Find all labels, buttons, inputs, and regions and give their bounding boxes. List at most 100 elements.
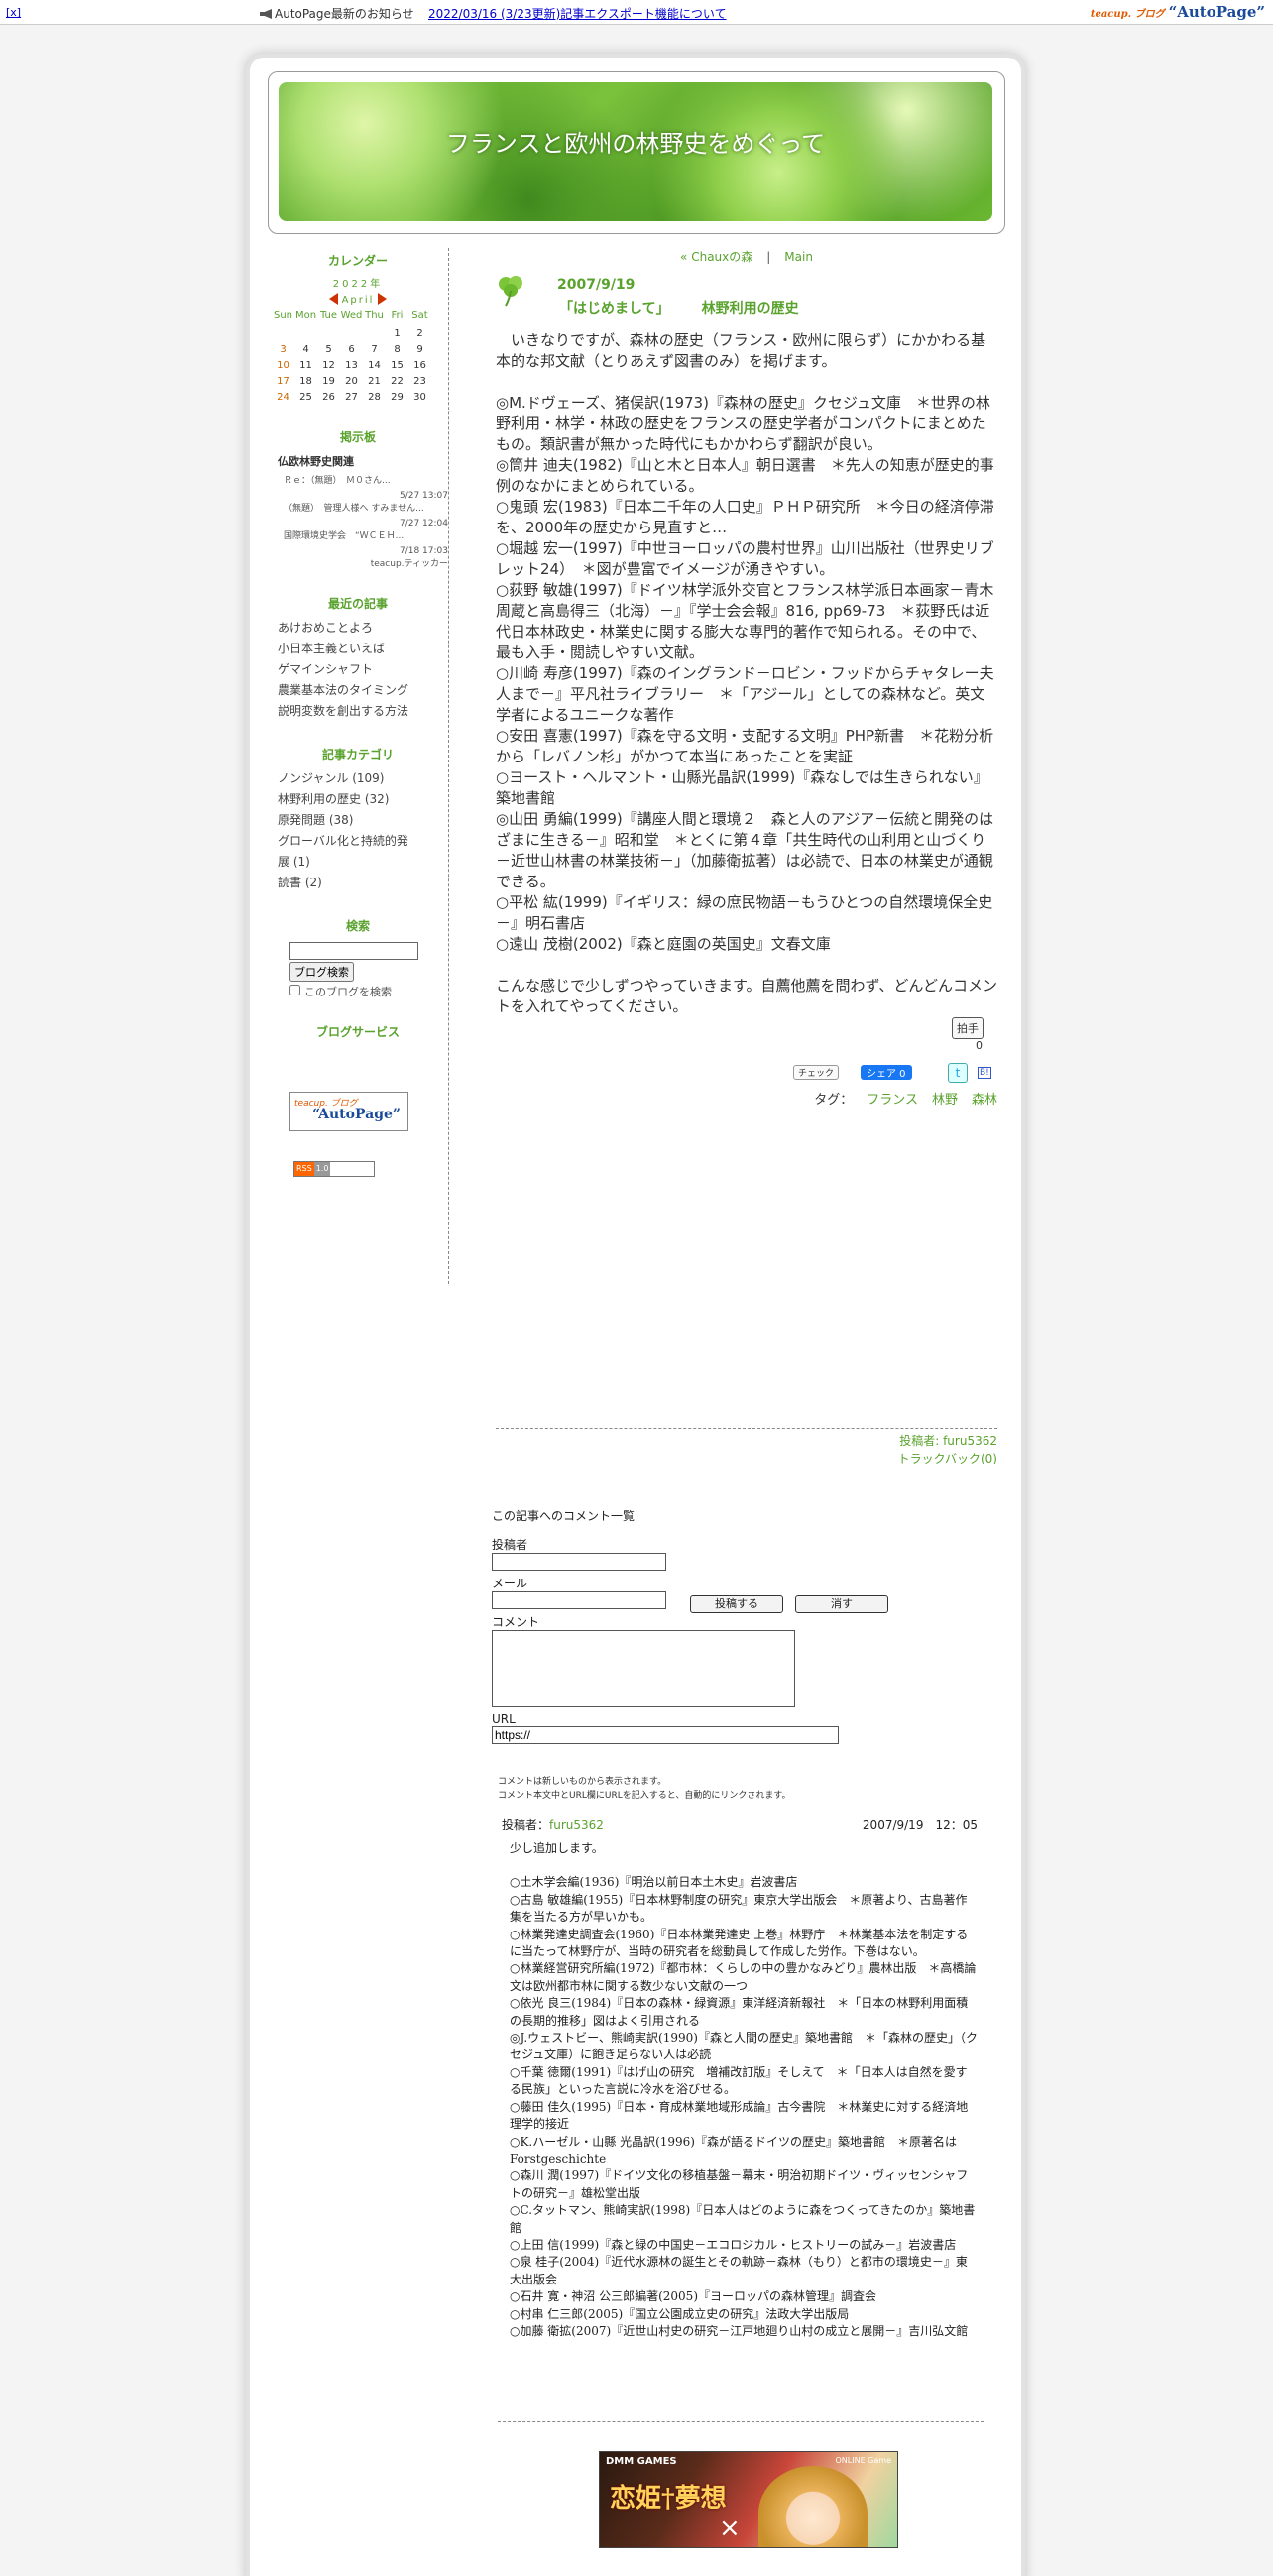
- search-scope-text: このブログを検索: [304, 986, 392, 998]
- calendar-day[interactable]: 8: [386, 341, 408, 357]
- calendar-day[interactable]: 1: [386, 325, 408, 341]
- calendar-day[interactable]: 26: [317, 389, 340, 405]
- calendar-day[interactable]: 21: [363, 373, 386, 389]
- calendar-day[interactable]: 15: [386, 357, 408, 373]
- bbs-entry-text: （無題） 管理人様へ すみません...: [284, 504, 424, 514]
- recent-article-link[interactable]: あけおめことよろ: [278, 621, 373, 635]
- article-paragraph: いきなりですが、森林の歴史（フランス・欧州に限らず）にかかわる基本的な邦文献（と…: [496, 331, 986, 370]
- recent-article-link[interactable]: 小日本主義といえば: [278, 642, 385, 655]
- comment-note-1: コメントは新しいものから表示されます。: [498, 1777, 667, 1787]
- article-footer-divider: [496, 1428, 997, 1429]
- category-link[interactable]: ノンジャンル (109): [278, 771, 384, 785]
- bbs-entry[interactable]: 国際環境史学会 “ＷＣＥＨ... 7/18 17:03: [284, 528, 448, 556]
- calendar-day[interactable]: 18: [294, 373, 317, 389]
- trackback-link[interactable]: トラックバック(0): [898, 1452, 997, 1465]
- search-button[interactable]: ブログ検索: [289, 962, 354, 982]
- category-link[interactable]: 林野利用の歴史 (32): [278, 792, 389, 806]
- article-paragraph: ○堀越 宏一(1997)『中世ヨーロッパの農村世界』山川出版社（世界史リブレット…: [496, 539, 994, 578]
- autopage-logo[interactable]: teacup. ブログ “AutoPage”: [1091, 3, 1265, 21]
- mail-label: メール: [492, 1577, 528, 1590]
- share-bar: チェック シェア 0 t B!: [793, 1063, 997, 1083]
- category-item: グローバル化と持続的発展 (1): [278, 831, 416, 873]
- category-link[interactable]: 原発問題 (38): [278, 813, 353, 827]
- comment-line: ○古島 敏雄編(1955)『日本林野制度の研究』東京大学出版会 ＊原著より、古島…: [510, 1892, 968, 1925]
- recent-article-link[interactable]: ゲマインシャフト: [278, 662, 373, 676]
- calendar-day[interactable]: 2: [408, 325, 431, 341]
- calendar-day[interactable]: 28: [363, 389, 386, 405]
- calendar-day[interactable]: 6: [340, 341, 363, 357]
- teacup-autopage-button[interactable]: teacup. ブログ “AutoPage”: [289, 1092, 408, 1131]
- comment-line: 少し追加します。: [510, 1841, 604, 1855]
- prev-month-icon[interactable]: [328, 293, 338, 305]
- article-paragraph: ○鬼頭 宏(1983)『日本二千年の人口史』ＰＨＰ研究所 ＊今日の経済停滞を、2…: [496, 498, 994, 536]
- calendar-day[interactable]: 25: [294, 389, 317, 405]
- ad-brand: DMM GAMES: [606, 2456, 677, 2467]
- calendar-day[interactable]: 23: [408, 373, 431, 389]
- submit-comment-button[interactable]: 投稿する: [690, 1595, 783, 1613]
- calendar-day[interactable]: 14: [363, 357, 386, 373]
- bbs-name[interactable]: 仏欧林野史関連: [278, 453, 448, 469]
- calendar-day[interactable]: 19: [317, 373, 340, 389]
- article-paragraph: ○荻野 敏雄(1997)『ドイツ林学派外交官とフランス林学派日本画家－青木周蔵と…: [496, 581, 994, 661]
- calendar-day[interactable]: 29: [386, 389, 408, 405]
- twitter-icon[interactable]: t: [948, 1063, 968, 1083]
- calendar-day[interactable]: 11: [294, 357, 317, 373]
- prev-article-link[interactable]: « Chauxの森: [680, 250, 752, 264]
- calendar-day[interactable]: 5: [317, 341, 340, 357]
- main-link[interactable]: Main: [784, 250, 813, 264]
- calendar-day[interactable]: 22: [386, 373, 408, 389]
- calendar-day[interactable]: 16: [408, 357, 431, 373]
- poster-text[interactable]: 投稿者: furu5362: [496, 1432, 997, 1450]
- calendar-day[interactable]: 4: [294, 341, 317, 357]
- tag-link[interactable]: フランス: [867, 1093, 918, 1108]
- comment-author-link[interactable]: furu5362: [549, 1818, 604, 1832]
- article-body: いきなりですが、森林の歴史（フランス・欧州に限らず）にかかわる基本的な邦文献（と…: [496, 330, 997, 1017]
- hatena-bookmark-icon[interactable]: B!: [978, 1067, 991, 1079]
- search-scope-checkbox[interactable]: [289, 985, 300, 995]
- game-ad-banner[interactable]: DMM GAMES ONLINE Game 恋姫†夢想 ×: [599, 2451, 898, 2548]
- comment-divider: [498, 2421, 984, 2422]
- facebook-share-button[interactable]: シェア 0: [861, 1065, 912, 1080]
- mail-input[interactable]: [492, 1591, 666, 1609]
- calendar-day[interactable]: 17: [272, 373, 294, 389]
- search-input[interactable]: [289, 942, 418, 960]
- autopage-logo-text: “AutoPage”: [1168, 3, 1265, 21]
- bbs-ticker[interactable]: teacup.ティッカー: [268, 556, 448, 569]
- article-paragraph: ○安田 喜憲(1997)『森を守る文明・支配する文明』PHP新書 ＊花粉分析から…: [496, 727, 994, 765]
- tag-link[interactable]: 森林: [972, 1093, 997, 1108]
- recent-article-link[interactable]: 説明変数を創出する方法: [278, 704, 408, 718]
- recent-article-link[interactable]: 農業基本法のタイミング: [278, 683, 408, 697]
- calendar-day[interactable]: 9: [408, 341, 431, 357]
- applause-button[interactable]: 拍手: [952, 1017, 984, 1039]
- article-paragraph: ◎M.ドヴェーズ、猪俣訳(1973)『森林の歴史』クセジュ文庫 ＊世界の林野利用…: [496, 394, 990, 453]
- calendar-day[interactable]: 20: [340, 373, 363, 389]
- rss-badge[interactable]: RSS 1.0: [293, 1161, 375, 1177]
- calendar-day[interactable]: 3: [272, 341, 294, 357]
- author-input[interactable]: [492, 1553, 666, 1571]
- bbs-entry[interactable]: Ｒｅ：（無題） Ｍ０さん... 5/27 13:07: [284, 473, 448, 501]
- calendar-day[interactable]: 24: [272, 389, 294, 405]
- url-input[interactable]: [492, 1726, 839, 1744]
- clear-comment-button[interactable]: 消す: [795, 1595, 888, 1613]
- blog-title[interactable]: フランスと欧州の林野史をめぐって: [279, 124, 992, 159]
- comment-textarea[interactable]: [492, 1630, 795, 1707]
- category-link[interactable]: 読書 (2): [278, 876, 322, 889]
- calendar-day[interactable]: 13: [340, 357, 363, 373]
- calendar-day[interactable]: 27: [340, 389, 363, 405]
- tag-link[interactable]: 林野: [932, 1093, 958, 1108]
- calendar-day[interactable]: 30: [408, 389, 431, 405]
- news-link[interactable]: 2022/03/16 (3/23更新)記事エクスポート機能について: [428, 5, 727, 22]
- search-scope-label[interactable]: このブログを検索: [289, 984, 408, 999]
- calendar-day[interactable]: 7: [363, 341, 386, 357]
- calendar-day[interactable]: 12: [317, 357, 340, 373]
- check-button[interactable]: チェック: [793, 1065, 840, 1080]
- calendar-grid: Sun Mon Tue Wed Thu Fri Sat 1 2 3 4 5 6 7 8 9 10 11 12 13 1…: [272, 310, 431, 405]
- calendar-week: 24 25 26 27 28 29 30: [272, 389, 431, 405]
- next-month-icon[interactable]: [378, 293, 388, 305]
- close-link[interactable]: [x]: [6, 6, 21, 19]
- category-link[interactable]: グローバル化と持続的発展 (1): [278, 834, 408, 869]
- calendar-day[interactable]: 10: [272, 357, 294, 373]
- bbs-entry[interactable]: （無題） 管理人様へ すみません... 7/27 12:04: [284, 501, 448, 528]
- category-item: ノンジャンル (109): [278, 768, 416, 789]
- article-category-link[interactable]: 林野利用の歴史: [702, 301, 799, 317]
